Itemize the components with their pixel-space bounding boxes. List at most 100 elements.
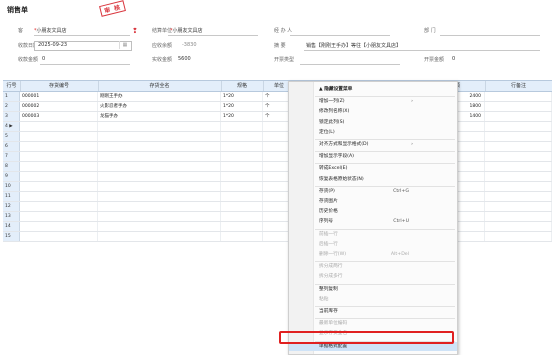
cell-code[interactable]	[20, 142, 98, 151]
summary-field[interactable]: 销售【刚刚王手办】等往【小朋友文具店】	[306, 42, 401, 49]
cell-spec[interactable]: 1*20	[221, 112, 263, 121]
cell-remark[interactable]	[485, 122, 552, 131]
table-row[interactable]: 8	[3, 162, 552, 172]
cell-spec[interactable]	[221, 122, 263, 131]
cell-name[interactable]	[98, 152, 221, 161]
table-row[interactable]: 12	[3, 202, 552, 212]
cell-name[interactable]	[98, 132, 221, 141]
cell-name[interactable]	[98, 222, 221, 231]
cell-remark[interactable]	[485, 92, 552, 101]
detail-grid[interactable]: 行号 存货编号 存货全名 规格 单位 金额 行备注 1000001刚刚王手办1*…	[3, 80, 552, 353]
cell-remark[interactable]	[485, 222, 552, 231]
menu-item-6[interactable]: 增加显示字段(A)	[289, 152, 457, 161]
cell-code[interactable]	[20, 232, 98, 241]
col-header-remark[interactable]: 行备注	[485, 81, 552, 91]
cell-code[interactable]	[20, 172, 98, 181]
cell-code[interactable]	[20, 122, 98, 131]
cell-name[interactable]	[98, 162, 221, 171]
col-header-rowno[interactable]: 行号	[3, 81, 21, 91]
cell-code[interactable]: 000002	[20, 102, 98, 111]
cell-code[interactable]	[20, 152, 98, 161]
menu-item-7[interactable]: 转成Excel(E)	[289, 164, 457, 173]
cell-name[interactable]: 龙猫手办	[98, 112, 221, 121]
calendar-icon[interactable]: ▦	[119, 41, 130, 49]
handler-field[interactable]	[290, 35, 390, 36]
cell-spec[interactable]: 1*20	[221, 102, 263, 111]
cell-name[interactable]	[98, 122, 221, 131]
cell-code[interactable]	[20, 192, 98, 201]
cell-name[interactable]	[98, 202, 221, 211]
table-row[interactable]: 13	[3, 212, 552, 222]
cell-spec[interactable]	[221, 182, 263, 191]
cell-spec[interactable]	[221, 212, 263, 221]
cell-spec[interactable]	[221, 232, 263, 241]
cell-name[interactable]: 火影忍者手办	[98, 102, 221, 111]
col-header-code[interactable]: 存货编号	[20, 81, 99, 91]
menu-item-18[interactable]: 整列复制	[289, 285, 457, 294]
cell-code[interactable]	[20, 132, 98, 141]
table-row[interactable]: 11	[3, 192, 552, 202]
cell-name[interactable]	[98, 212, 221, 221]
cell-spec[interactable]	[221, 222, 263, 231]
cell-spec[interactable]	[221, 152, 263, 161]
cell-spec[interactable]	[221, 162, 263, 171]
menu-item-11[interactable]: 历史价格	[289, 207, 457, 216]
menu-item-0[interactable]: ▲ 隐藏设置菜单	[289, 85, 457, 94]
cell-code[interactable]: 000003	[20, 112, 98, 121]
settle-field[interactable]: *小朋友文具店	[170, 27, 203, 34]
cell-spec[interactable]	[221, 172, 263, 181]
cell-spec[interactable]	[221, 192, 263, 201]
dept-field[interactable]	[440, 35, 540, 36]
menu-item-1[interactable]: 增加一列(Z) ›	[289, 97, 457, 106]
col-header-spec[interactable]: 规格	[221, 81, 264, 91]
menu-item-12[interactable]: 序列号 Ctrl+U	[289, 217, 457, 226]
cell-remark[interactable]	[485, 142, 552, 151]
table-row[interactable]: 6	[3, 142, 552, 152]
cell-name[interactable]	[98, 232, 221, 241]
col-header-name[interactable]: 存货全名	[98, 81, 222, 91]
cell-code[interactable]	[20, 222, 98, 231]
cell-remark[interactable]	[485, 232, 552, 241]
cell-code[interactable]	[20, 202, 98, 211]
table-row[interactable]: 15	[3, 232, 552, 242]
table-row[interactable]: 4 ▶	[3, 122, 552, 132]
menu-item-3[interactable]: 锁定此列(S)	[289, 118, 457, 127]
menu-item-2[interactable]: 修改列名称(X)	[289, 107, 457, 116]
table-row[interactable]: 3000003龙猫手办1*20个201400	[3, 112, 552, 122]
menu-item-20[interactable]: 当前库存	[289, 307, 457, 316]
cell-remark[interactable]	[485, 152, 552, 161]
table-row[interactable]: 1000001刚刚王手办1*20个202400	[3, 92, 552, 102]
menu-item-9[interactable]: 存货(P) Ctrl+G	[289, 187, 457, 196]
menu-item-5[interactable]: 对齐方式和显示格式(D) ›	[289, 140, 457, 149]
table-row[interactable]: 2000002火影忍者手办1*20个201800	[3, 102, 552, 112]
cell-remark[interactable]	[485, 212, 552, 221]
cell-name[interactable]	[98, 192, 221, 201]
menu-item-10[interactable]: 存货图片	[289, 197, 457, 206]
cell-name[interactable]	[98, 172, 221, 181]
cell-spec[interactable]	[221, 132, 263, 141]
cell-remark[interactable]	[485, 162, 552, 171]
table-row[interactable]: 10	[3, 182, 552, 192]
cell-spec[interactable]	[221, 202, 263, 211]
menu-item-4[interactable]: 定位(L)	[289, 128, 457, 137]
cell-code[interactable]	[20, 212, 98, 221]
table-row[interactable]: 7	[3, 152, 552, 162]
cell-spec[interactable]: 1*20	[221, 92, 263, 101]
cell-code[interactable]	[20, 182, 98, 191]
cell-remark[interactable]	[485, 172, 552, 181]
cell-name[interactable]	[98, 182, 221, 191]
cell-code[interactable]	[20, 162, 98, 171]
cell-name[interactable]	[98, 142, 221, 151]
table-row[interactable]: 9	[3, 172, 552, 182]
cell-remark[interactable]	[485, 182, 552, 191]
menu-item-8[interactable]: 恢复表格原始状态(N)	[289, 175, 457, 184]
invoice-type-field[interactable]	[300, 64, 400, 65]
cell-spec[interactable]	[221, 142, 263, 151]
cell-name[interactable]: 刚刚王手办	[98, 92, 221, 101]
cell-remark[interactable]	[485, 132, 552, 141]
table-row[interactable]: 5	[3, 132, 552, 142]
cell-remark[interactable]	[485, 202, 552, 211]
cell-remark[interactable]	[485, 112, 552, 121]
cell-remark[interactable]	[485, 102, 552, 111]
table-row[interactable]: 14	[3, 222, 552, 232]
